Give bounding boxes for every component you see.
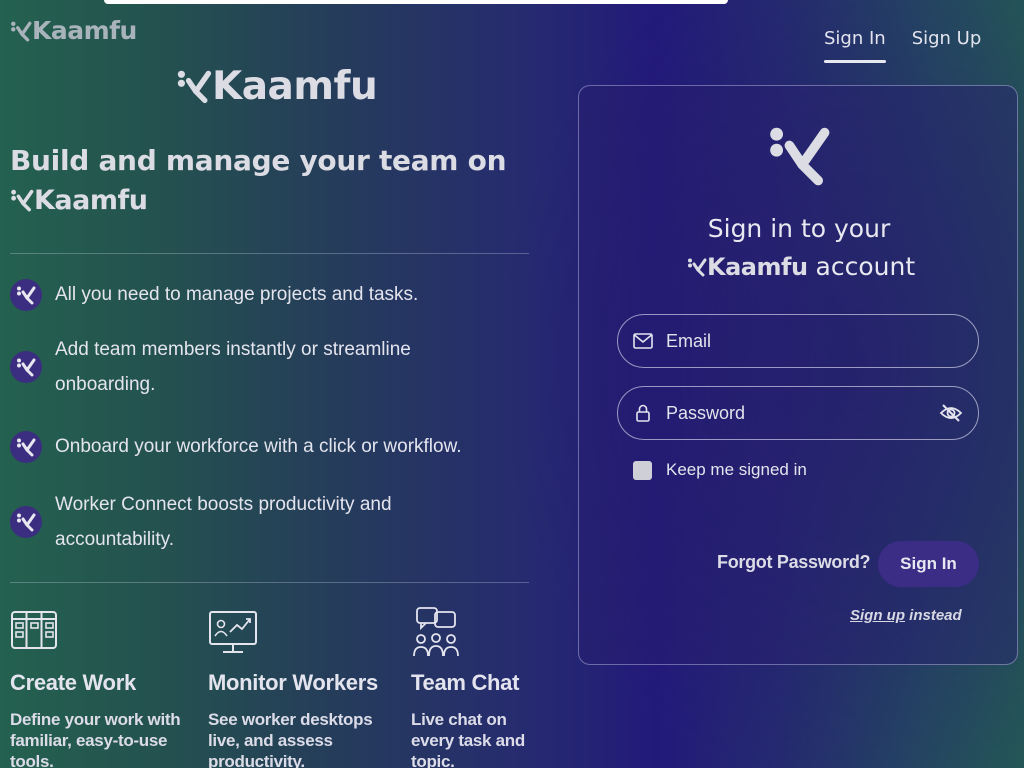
- divider: [10, 253, 529, 254]
- auth-nav: Sign In Sign Up: [824, 28, 981, 63]
- feature-item: Worker Connect boosts productivity and a…: [10, 487, 530, 557]
- kaamfu-mark-icon: [10, 278, 42, 311]
- feature-text: Add team members instantly or streamline…: [55, 339, 411, 395]
- forgot-password-link[interactable]: Forgot Password?: [717, 552, 871, 573]
- kaamfu-mark-icon: [177, 70, 212, 104]
- feature-column-desc: Live chat on every task and topic.: [411, 710, 525, 768]
- headline-logo-text: Kaamfu: [34, 184, 148, 216]
- sign-in-button[interactable]: Sign In: [878, 541, 979, 587]
- page-headline: Build and manage your team on: [10, 144, 507, 177]
- kaamfu-mark-icon: [767, 122, 831, 193]
- feature-column-create-work: Create Work Define your work with famili…: [10, 606, 200, 768]
- sign-up-link[interactable]: Sign up: [850, 607, 905, 624]
- tab-sign-in[interactable]: Sign In: [824, 28, 886, 63]
- feature-item: Onboard your workforce with a click or w…: [10, 429, 530, 464]
- headline-logo: Kaamfu: [10, 184, 148, 216]
- feature-item: All you need to manage projects and task…: [10, 277, 530, 312]
- brand-logo-large-text: Kaamfu: [212, 63, 378, 109]
- sign-up-instead: Sign up instead: [850, 607, 962, 624]
- feature-text: Worker Connect boosts productivity and a…: [55, 494, 392, 550]
- lock-icon: [632, 402, 654, 424]
- kaamfu-mark-icon: [11, 189, 34, 212]
- feature-column-desc: Define your work with familiar, easy-to-…: [10, 710, 181, 768]
- divider: [10, 582, 529, 583]
- kaamfu-mark-icon: [688, 258, 707, 276]
- email-field[interactable]: [617, 314, 979, 368]
- card-title-logo: Kaamfu: [687, 255, 808, 279]
- card-title-logo-text: Kaamfu: [707, 252, 808, 281]
- browser-top-edge: [104, 0, 728, 4]
- tab-sign-up[interactable]: Sign Up: [912, 28, 982, 63]
- brand-logo-large: Kaamfu: [176, 63, 378, 109]
- sign-up-suffix: instead: [905, 607, 962, 624]
- feature-column-desc: See worker desktops live, and assess pro…: [208, 710, 373, 768]
- team-chat-icon: [411, 606, 541, 660]
- remember-label: Keep me signed in: [666, 460, 807, 479]
- feature-text: All you need to manage projects and task…: [55, 284, 419, 305]
- feature-item: Add team members instantly or streamline…: [10, 332, 530, 402]
- password-input[interactable]: [666, 402, 938, 424]
- monitor-chart-icon: [208, 606, 398, 660]
- email-input[interactable]: [666, 330, 964, 352]
- brand-logo-small[interactable]: Kaamfu: [10, 18, 137, 43]
- kaamfu-mark-icon: [10, 430, 42, 463]
- kaamfu-mark-icon: [10, 351, 42, 383]
- feature-column-title: Team Chat: [411, 670, 520, 695]
- feature-column-title: Create Work: [10, 670, 136, 695]
- brand-logo-small-text: Kaamfu: [32, 16, 137, 45]
- remember-checkbox[interactable]: [633, 460, 652, 480]
- kanban-board-icon: [10, 606, 200, 660]
- kaamfu-mark-icon: [10, 506, 42, 538]
- feature-column-title: Monitor Workers: [208, 670, 378, 695]
- sign-in-card: Sign in to your Kaamfu account Keep: [578, 85, 1018, 665]
- envelope-icon: [632, 330, 654, 352]
- password-field[interactable]: [617, 386, 979, 440]
- feature-text: Onboard your workforce with a click or w…: [55, 436, 462, 457]
- card-title-account: account: [815, 252, 916, 281]
- remember-me[interactable]: Keep me signed in: [633, 460, 807, 480]
- feature-column-team-chat: Team Chat Live chat on every task and to…: [411, 606, 541, 768]
- feature-column-monitor-workers: Monitor Workers See worker desktops live…: [208, 606, 398, 768]
- card-title-line2: Kaamfu account: [687, 252, 915, 281]
- eye-slash-icon[interactable]: [938, 400, 964, 426]
- card-title: Sign in to your: [707, 214, 891, 243]
- kaamfu-mark-icon: [11, 21, 32, 41]
